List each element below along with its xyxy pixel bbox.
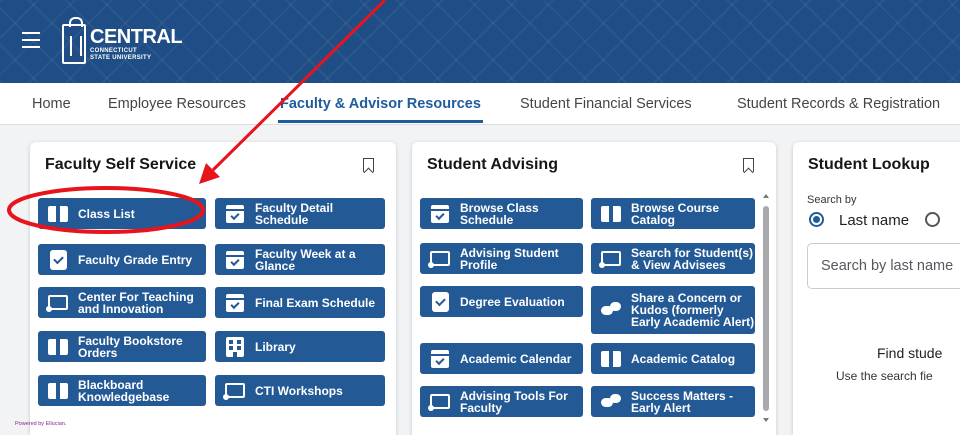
radio-last-name-label: Last name xyxy=(839,212,910,229)
book-icon xyxy=(48,382,68,399)
tab-student-records-registration[interactable]: Student Records & Registration xyxy=(737,83,940,125)
logo-line-2: CONNECTICUT xyxy=(90,48,137,54)
logo-name: CENTRAL xyxy=(90,26,183,48)
card-title: Student Lookup xyxy=(808,156,930,173)
calendar-icon xyxy=(226,250,244,269)
blackboard-knowledgebase-button[interactable]: Blackboard Knowledgebase xyxy=(38,375,206,406)
bookmark-icon[interactable] xyxy=(743,158,754,172)
share-a-concern-button[interactable]: Share a Concern or Kudos (formerly Early… xyxy=(591,286,755,334)
presentation-icon xyxy=(428,251,450,268)
bookmark-icon[interactable] xyxy=(363,158,374,172)
tab-student-financial-services[interactable]: Student Financial Services xyxy=(520,83,692,125)
card-title: Student Advising xyxy=(427,156,558,173)
calendar-icon xyxy=(226,293,244,312)
center-for-teaching-button[interactable]: Center For Teaching and Innovation xyxy=(38,287,206,318)
building-icon xyxy=(226,336,244,357)
hamburger-menu-icon[interactable] xyxy=(22,32,40,48)
advising-scrollbar[interactable] xyxy=(762,192,770,424)
final-exam-schedule-button[interactable]: Final Exam Schedule xyxy=(215,287,385,318)
success-matters-button[interactable]: Success Matters - Early Alert xyxy=(591,386,755,417)
presentation-icon xyxy=(223,383,245,400)
scroll-down-icon[interactable] xyxy=(763,418,769,422)
chat-icon xyxy=(601,393,621,410)
card-title: Faculty Self Service xyxy=(45,156,197,173)
radio-other[interactable] xyxy=(925,212,940,227)
find-student-hint: Use the search fie xyxy=(836,369,933,383)
advising-tools-button[interactable]: Advising Tools For Faculty xyxy=(420,386,583,417)
calendar-icon xyxy=(431,204,449,223)
powered-by-text: Powered by Ellucian. xyxy=(15,421,67,427)
search-input[interactable] xyxy=(807,243,960,289)
book-icon xyxy=(48,205,68,222)
degree-evaluation-button[interactable]: Degree Evaluation xyxy=(420,286,583,317)
faculty-grade-entry-button[interactable]: Faculty Grade Entry xyxy=(38,244,206,275)
presentation-icon xyxy=(428,394,450,411)
radio-last-name[interactable] xyxy=(809,212,824,227)
tab-home[interactable]: Home xyxy=(32,83,71,125)
faculty-detail-schedule-button[interactable]: Faculty Detail Schedule xyxy=(215,198,385,229)
find-student-title: Find stude xyxy=(877,345,943,361)
calendar-icon xyxy=(226,204,244,223)
top-nav-tabs: Home Employee Resources Faculty & Adviso… xyxy=(0,83,960,125)
browse-class-schedule-button[interactable]: Browse Class Schedule xyxy=(420,198,583,229)
book-icon xyxy=(48,338,68,355)
book-icon xyxy=(601,205,621,222)
chat-icon xyxy=(601,302,621,318)
university-logo[interactable]: CENTRAL CONNECTICUT STATE UNIVERSITY xyxy=(62,17,183,66)
scroll-up-icon[interactable] xyxy=(763,194,769,198)
library-button[interactable]: Library xyxy=(215,331,385,362)
search-for-students-button[interactable]: Search for Student(s) & View Advisees xyxy=(591,243,755,274)
browse-course-catalog-button[interactable]: Browse Course Catalog xyxy=(591,198,755,229)
top-header-bar: CENTRAL CONNECTICUT STATE UNIVERSITY xyxy=(0,0,960,83)
logo-line-3: STATE UNIVERSITY xyxy=(90,55,152,61)
tab-employee-resources[interactable]: Employee Resources xyxy=(108,83,246,125)
presentation-icon xyxy=(599,251,621,268)
clipboard-check-icon xyxy=(431,291,449,312)
book-icon xyxy=(601,350,621,367)
tab-faculty-advisor-resources[interactable]: Faculty & Advisor Resources xyxy=(278,83,483,125)
scroll-thumb[interactable] xyxy=(763,206,769,411)
advising-student-profile-button[interactable]: Advising Student Profile xyxy=(420,243,583,274)
clipboard-check-icon xyxy=(49,249,67,270)
presentation-icon xyxy=(46,295,68,312)
class-list-button[interactable]: Class List xyxy=(38,198,206,229)
faculty-bookstore-orders-button[interactable]: Faculty Bookstore Orders xyxy=(38,331,206,362)
academic-calendar-button[interactable]: Academic Calendar xyxy=(420,343,583,374)
search-by-label: Search by xyxy=(807,194,857,206)
calendar-icon xyxy=(431,349,449,368)
cti-workshops-button[interactable]: CTI Workshops xyxy=(215,375,385,406)
faculty-week-at-a-glance-button[interactable]: Faculty Week at a Glance xyxy=(215,244,385,275)
academic-catalog-button[interactable]: Academic Catalog xyxy=(591,343,755,374)
building-logo-icon xyxy=(62,17,86,64)
